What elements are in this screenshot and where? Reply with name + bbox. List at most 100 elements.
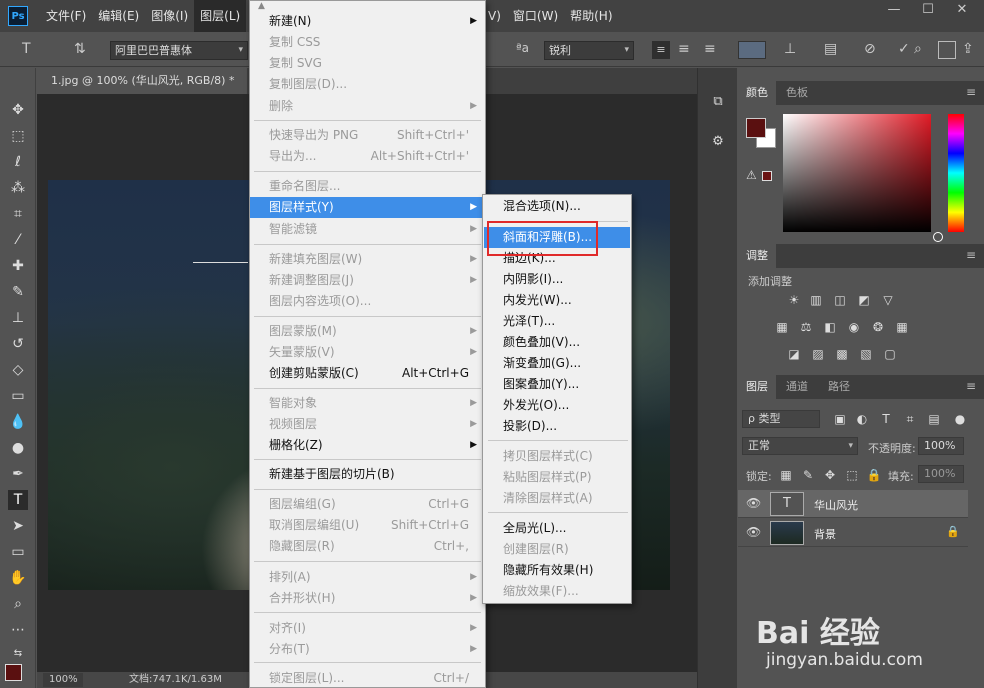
channel-mixer-icon[interactable]: ❂ — [870, 320, 886, 334]
menu-item[interactable]: 对齐(I) ▶ — [250, 618, 485, 639]
menu-item[interactable]: 全局光(L)... — [484, 518, 630, 539]
lock-pixels-icon[interactable]: ▦ — [778, 468, 794, 482]
opacity-input[interactable]: 100% — [918, 437, 964, 455]
dodge-tool-icon[interactable]: ● — [8, 438, 28, 458]
menu-item[interactable]: 渐变叠加(G)... — [484, 353, 630, 374]
menu-item[interactable]: 复制 CSS — [250, 32, 485, 53]
document-tab[interactable]: 1.jpg @ 100% (华山风光, RGB/8) * — [37, 68, 247, 94]
layer-name[interactable]: 背景 — [814, 526, 836, 542]
menu-item[interactable]: 取消图层编组(U) Shift+Ctrl+G — [250, 515, 485, 536]
menu-item[interactable]: 锁定图层(L)... Ctrl+/ — [250, 668, 485, 688]
lock-paint-icon[interactable]: ✎ — [800, 468, 816, 482]
menu-item[interactable]: 拷贝图层样式(C) — [484, 446, 630, 467]
lock-all-icon[interactable]: 🔒 — [866, 468, 882, 482]
foreground-swatch[interactable] — [746, 118, 766, 138]
menu-item[interactable]: 创建剪贴蒙版(C) Alt+Ctrl+G — [250, 363, 485, 384]
type-tool-icon[interactable]: T — [8, 490, 28, 510]
zoom-level[interactable]: 100% — [43, 673, 83, 687]
history-brush-icon[interactable]: ↺ — [8, 334, 28, 354]
color-lookup-icon[interactable]: ▦ — [894, 320, 910, 334]
tab-color[interactable]: 颜色 — [738, 81, 776, 105]
menu-item[interactable]: 智能滤镜 ▶ — [250, 219, 485, 240]
hue-saturation-icon[interactable]: ▦ — [774, 320, 790, 334]
menu-item[interactable]: 栅格化(Z) ▶ — [250, 435, 485, 456]
lock-artboard-icon[interactable]: ⬚ — [844, 468, 860, 482]
close-button[interactable]: ✕ — [948, 0, 976, 22]
eye-icon[interactable]: 👁 — [746, 525, 761, 539]
stamp-tool-icon[interactable]: ⊥ — [8, 308, 28, 328]
commit-icon[interactable]: ✓ — [898, 41, 910, 57]
menu-item[interactable]: 创建图层(R) — [484, 539, 630, 560]
menu-item[interactable]: 排列(A) ▶ — [250, 567, 485, 588]
tab-paths[interactable]: 路径 — [820, 375, 858, 399]
eraser-tool-icon[interactable]: ◇ — [8, 360, 28, 380]
menu-item[interactable]: 新建调整图层(J) ▶ — [250, 270, 485, 291]
menu-item[interactable]: 视频图层 ▶ — [250, 414, 485, 435]
cancel-icon[interactable]: ⊘ — [864, 41, 876, 57]
brush-tool-icon[interactable]: ✎ — [8, 282, 28, 302]
menu-item[interactable]: 隐藏所有效果(H) — [484, 560, 630, 581]
tab-channels[interactable]: 通道 — [778, 375, 816, 399]
path-select-tool-icon[interactable]: ➤ — [8, 516, 28, 536]
threshold-icon[interactable]: ▩ — [834, 347, 850, 361]
tab-layers[interactable]: 图层 — [738, 375, 776, 399]
menu-item[interactable]: 混合选项(N)... — [484, 196, 630, 217]
filter-toggle-icon[interactable]: ● — [952, 412, 968, 426]
swap-colors-icon[interactable]: ⇆ — [8, 644, 28, 664]
menu-item[interactable]: 图案叠加(Y)... — [484, 374, 630, 395]
hue-slider[interactable] — [948, 114, 964, 232]
lock-position-icon[interactable]: ✥ — [822, 468, 838, 482]
menu-item[interactable]: 导出为... Alt+Shift+Ctrl+' — [250, 146, 485, 167]
menu-item[interactable]: 内发光(W)... — [484, 290, 630, 311]
menu-item[interactable]: 外发光(O)... — [484, 395, 630, 416]
brightness-icon[interactable]: ☀ — [786, 293, 802, 307]
tab-adjustments[interactable]: 调整 — [738, 244, 776, 268]
foreground-color-swatch[interactable] — [5, 664, 22, 681]
font-family-select[interactable]: 阿里巴巴普惠体 ▾ — [110, 41, 248, 60]
zoom-tool-icon[interactable]: ⌕ — [8, 594, 28, 614]
filter-pixel-icon[interactable]: ▣ — [832, 412, 848, 426]
menu-item[interactable]: 智能对象 ▶ — [250, 393, 485, 414]
align-center-icon[interactable]: ≡ — [678, 41, 690, 57]
fill-input[interactable]: 100% — [918, 465, 964, 483]
menu-image[interactable]: 图像(I) — [145, 0, 194, 32]
menu-item[interactable]: 颜色叠加(V)... — [484, 332, 630, 353]
hand-tool-icon[interactable]: ✋ — [8, 568, 28, 588]
color-picker-cursor[interactable] — [933, 232, 943, 242]
search-icon[interactable]: ⌕ — [914, 41, 922, 57]
filter-type-icon[interactable]: T — [878, 412, 894, 426]
menu-layer[interactable]: 图层(L) — [194, 0, 247, 32]
more-tools-icon[interactable]: ⋯ — [8, 620, 28, 640]
menu-item[interactable]: 分布(T) ▶ — [250, 639, 485, 660]
black-white-icon[interactable]: ◧ — [822, 320, 838, 334]
layer-row[interactable]: 👁 T 华山风光 — [738, 490, 968, 518]
menu-item[interactable]: 内阴影(I)... — [484, 269, 630, 290]
color-balance-icon[interactable]: ⚖ — [798, 320, 814, 334]
menu-edit[interactable]: 编辑(E) — [92, 0, 145, 32]
lasso-tool-icon[interactable]: ℓ — [8, 152, 28, 172]
menu-file[interactable]: 文件(F) — [40, 0, 92, 32]
scroll-up-icon[interactable]: ▲ — [258, 1, 265, 11]
move-tool-icon[interactable]: ✥ — [8, 100, 28, 120]
menu-item[interactable]: 新建填充图层(W) ▶ — [250, 249, 485, 270]
curves-icon[interactable]: ◫ — [832, 293, 848, 307]
menu-item[interactable]: 投影(D)... — [484, 416, 630, 437]
posterize-icon[interactable]: ▨ — [810, 347, 826, 361]
blur-tool-icon[interactable]: 💧 — [8, 412, 28, 432]
menu-window[interactable]: 窗口(W) — [507, 0, 564, 32]
exposure-icon[interactable]: ◩ — [856, 293, 872, 307]
menu-item[interactable]: 图层蒙版(M) ▶ — [250, 321, 485, 342]
anti-alias-select[interactable]: 锐利 ▾ — [544, 41, 634, 60]
menu-item[interactable]: 复制图层(D)... — [250, 74, 485, 95]
text-color-swatch[interactable] — [738, 41, 766, 59]
menu-item[interactable]: 图层样式(Y) ▶ — [250, 197, 485, 218]
menu-item[interactable]: 复制 SVG — [250, 53, 485, 74]
character-panel-icon[interactable]: ▤ — [824, 41, 837, 57]
marquee-tool-icon[interactable]: ⬚ — [8, 126, 28, 146]
minimize-button[interactable]: — — [880, 0, 908, 22]
panel-menu-icon[interactable]: ≡ — [966, 85, 976, 99]
menu-item[interactable]: 合并形状(H) ▶ — [250, 588, 485, 609]
history-panel-icon[interactable]: ⧉ — [708, 92, 728, 112]
menu-item[interactable]: 缩放效果(F)... — [484, 581, 630, 602]
filter-smart-icon[interactable]: ▤ — [926, 412, 942, 426]
